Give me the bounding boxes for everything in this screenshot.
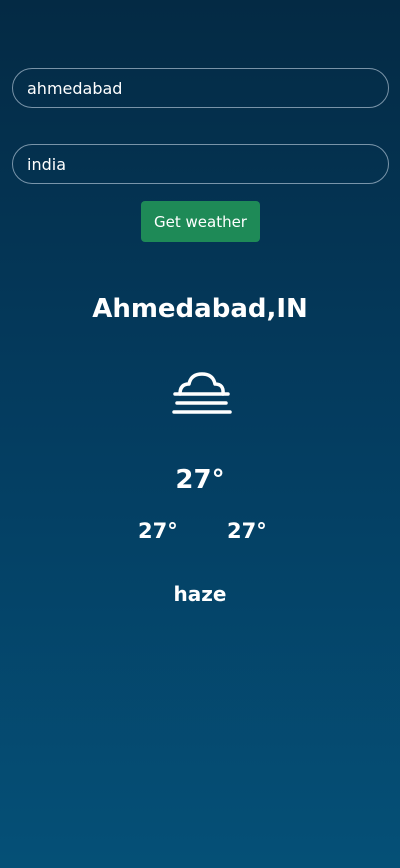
haze-icon (170, 371, 232, 417)
city-input[interactable] (12, 68, 389, 108)
max-temperature: 27° (227, 519, 267, 543)
country-input[interactable] (12, 144, 389, 184)
min-temperature: 27° (138, 519, 178, 543)
get-weather-button[interactable]: Get weather (141, 201, 260, 242)
weather-condition: haze (173, 582, 227, 606)
current-temperature: 27° (175, 465, 225, 495)
location-title: Ahmedabad,IN (92, 294, 308, 324)
